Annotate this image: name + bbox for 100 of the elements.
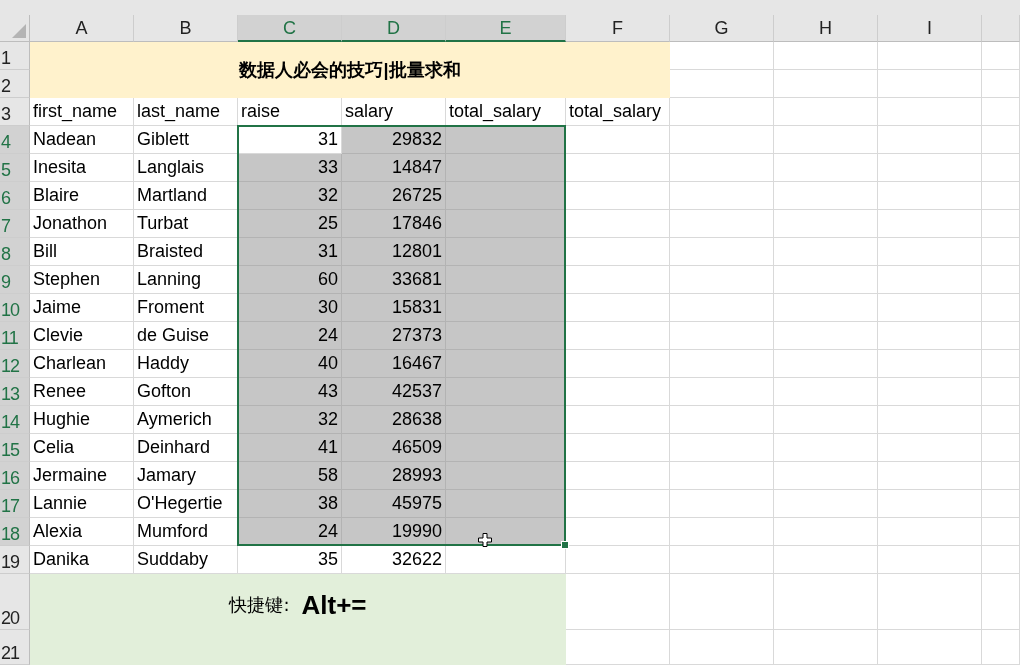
row-header[interactable]: 2 <box>0 70 30 98</box>
empty-cell <box>982 434 1020 462</box>
row-header[interactable]: 4 <box>0 126 30 154</box>
table-cell: 30 <box>238 294 342 322</box>
table-cell: 29832 <box>342 126 446 154</box>
row-header[interactable]: 19 <box>0 546 30 574</box>
column-header[interactable]: G <box>670 15 774 42</box>
table-cell: 33681 <box>342 266 446 294</box>
table-cell: Inesita <box>30 154 134 182</box>
table-cell: 41 <box>238 434 342 462</box>
table-cell: total_salary <box>446 98 566 126</box>
table-cell: Langlais <box>134 154 238 182</box>
row-header[interactable]: 1 <box>0 42 30 70</box>
table-cell: 14847 <box>342 154 446 182</box>
table-cell: 24 <box>238 518 342 546</box>
column-header[interactable]: F <box>566 15 670 42</box>
table-cell: Martland <box>134 182 238 210</box>
table-cell: 32 <box>238 406 342 434</box>
table-cell: Clevie <box>30 322 134 350</box>
row-header[interactable]: 10 <box>0 294 30 322</box>
table-cell: 28993 <box>342 462 446 490</box>
table-cell: Aymerich <box>134 406 238 434</box>
empty-cell <box>982 238 1020 266</box>
empty-cell <box>982 322 1020 350</box>
table-cell: Lannie <box>30 490 134 518</box>
column-header[interactable]: H <box>774 15 878 42</box>
table-cell: O'Hegertie <box>134 490 238 518</box>
fill-handle[interactable] <box>561 541 569 549</box>
row-header[interactable]: 7 <box>0 210 30 238</box>
empty-cell <box>982 546 1020 574</box>
table-cell: Giblett <box>134 126 238 154</box>
column-header[interactable]: A <box>30 15 134 42</box>
table-cell: Renee <box>30 378 134 406</box>
table-cell: Jermaine <box>30 462 134 490</box>
row-header[interactable]: 5 <box>0 154 30 182</box>
table-cell: 19990 <box>342 518 446 546</box>
table-cell: 32 <box>238 182 342 210</box>
row-header[interactable]: 20 <box>0 574 30 630</box>
column-header[interactable]: D <box>342 15 446 42</box>
row-header[interactable]: 11 <box>0 322 30 350</box>
table-cell: Stephen <box>30 266 134 294</box>
empty-cell <box>982 266 1020 294</box>
table-cell: Deinhard <box>134 434 238 462</box>
row-header[interactable]: 15 <box>0 434 30 462</box>
row-header[interactable]: 3 <box>0 98 30 126</box>
shortcut-text: Alt+= <box>301 590 367 620</box>
row-header[interactable]: 16 <box>0 462 30 490</box>
table-cell: 46509 <box>342 434 446 462</box>
table-cell: total_salary <box>566 98 670 126</box>
empty-cell <box>982 490 1020 518</box>
table-cell: 33 <box>238 154 342 182</box>
table-cell: 58 <box>238 462 342 490</box>
table-cell: Lanning <box>134 266 238 294</box>
table-cell: Hughie <box>30 406 134 434</box>
table-cell: 16467 <box>342 350 446 378</box>
row-header[interactable]: 8 <box>0 238 30 266</box>
empty-cell <box>982 210 1020 238</box>
empty-cell <box>982 630 1020 665</box>
table-cell: 31 <box>238 238 342 266</box>
row-header[interactable]: 18 <box>0 518 30 546</box>
row-header[interactable]: 21 <box>0 630 30 665</box>
column-header[interactable]: B <box>134 15 238 42</box>
empty-cell <box>982 406 1020 434</box>
table-cell: 15831 <box>342 294 446 322</box>
note-label: 快捷键: <box>229 593 290 617</box>
empty-cell <box>982 574 1020 630</box>
table-cell: 42537 <box>342 378 446 406</box>
table-cell: Turbat <box>134 210 238 238</box>
row-header[interactable]: 6 <box>0 182 30 210</box>
table-cell: 12801 <box>342 238 446 266</box>
table-cell: 17846 <box>342 210 446 238</box>
table-cell: Jonathon <box>30 210 134 238</box>
column-header[interactable]: C <box>238 15 342 42</box>
column-header-edge <box>982 15 1020 42</box>
row-header[interactable]: 13 <box>0 378 30 406</box>
column-header[interactable]: E <box>446 15 566 42</box>
title-cell: 数据人必会的技巧|批量求和 <box>30 42 670 98</box>
empty-cell <box>982 42 1020 70</box>
table-cell: raise <box>238 98 342 126</box>
table-cell: Blaire <box>30 182 134 210</box>
cross-cursor-icon <box>478 533 492 547</box>
table-cell: Bill <box>30 238 134 266</box>
table-cell: Froment <box>134 294 238 322</box>
table-cell: 38 <box>238 490 342 518</box>
empty-cell <box>982 518 1020 546</box>
table-cell: 25 <box>238 210 342 238</box>
table-cell: 60 <box>238 266 342 294</box>
row-header[interactable]: 17 <box>0 490 30 518</box>
table-cell: Nadean <box>30 126 134 154</box>
table-cell: 27373 <box>342 322 446 350</box>
empty-cell <box>982 154 1020 182</box>
column-header[interactable]: I <box>878 15 982 42</box>
table-cell: salary <box>342 98 446 126</box>
table-cell: Mumford <box>134 518 238 546</box>
empty-cell <box>982 350 1020 378</box>
table-cell: Charlean <box>30 350 134 378</box>
row-header[interactable]: 12 <box>0 350 30 378</box>
row-header[interactable]: 14 <box>0 406 30 434</box>
table-cell: Gofton <box>134 378 238 406</box>
row-header[interactable]: 9 <box>0 266 30 294</box>
